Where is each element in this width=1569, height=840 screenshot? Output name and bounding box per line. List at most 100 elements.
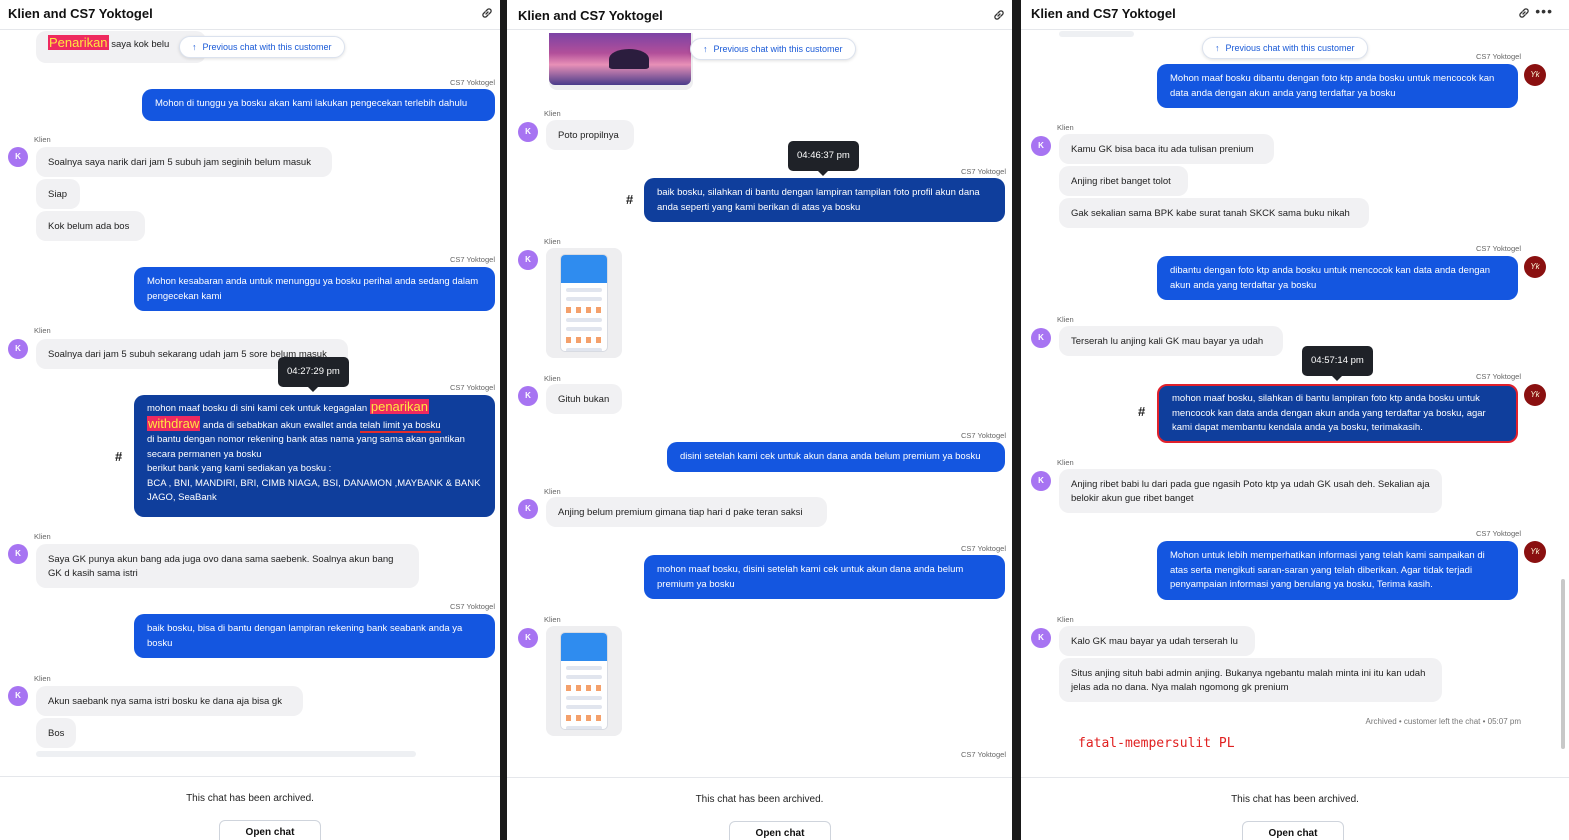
chat-header: Klien and CS7 Yoktogel ••• <box>1021 0 1569 30</box>
sender-label: CS7 Yoktogel <box>960 544 1006 553</box>
annotation-note: fatal-mempersulit PL <box>1078 736 1235 751</box>
message-bubble-agent: disini setelah kami cek untuk akun dana … <box>667 442 1005 472</box>
phone-screenshot <box>560 632 608 730</box>
chat-title: Klien and CS7 Yoktogel <box>518 8 663 23</box>
message-list[interactable]: ↑ Previous chat with this customer Klien … <box>507 33 1012 759</box>
scrollbar[interactable] <box>1561 579 1565 749</box>
chat-panel-1: Klien and CS7 Yoktogel Penarikan saya ko… <box>0 0 500 840</box>
sender-label: CS7 Yoktogel <box>1475 52 1521 61</box>
sender-label: CS7 Yoktogel <box>960 167 1006 176</box>
message-bubble-client: Saya GK punya akun bang ada juga ovo dan… <box>36 544 419 588</box>
message-list[interactable]: Penarikan saya kok belu ↑ Previous chat w… <box>0 31 500 757</box>
client-avatar: K <box>518 250 538 270</box>
client-avatar: K <box>1031 471 1051 491</box>
highlight-text: Penarikan <box>48 35 109 50</box>
link-icon[interactable] <box>480 6 494 20</box>
clipped-message <box>36 751 416 757</box>
archived-status: Archived • customer left the chat • 05:0… <box>1365 717 1521 726</box>
previous-chat-button[interactable]: ↑ Previous chat with this customer <box>690 38 856 60</box>
message-text: saya kok belu <box>111 39 170 50</box>
image-attachment[interactable] <box>546 626 622 736</box>
chat-panel-3: Klien and CS7 Yoktogel ••• ↑ Previous cha… <box>1021 0 1569 840</box>
client-avatar: K <box>1031 136 1051 156</box>
chat-title: Klien and CS7 Yoktogel <box>8 6 153 21</box>
hash-icon[interactable]: # <box>115 449 122 464</box>
sender-label: CS7 Yoktogel <box>1475 372 1521 381</box>
more-options-icon[interactable]: ••• <box>1535 3 1553 19</box>
phone-screenshot <box>560 254 608 352</box>
client-avatar: K <box>8 544 28 564</box>
client-avatar: K <box>1031 328 1051 348</box>
message-bubble-client: Gak sekalian sama BPK kabe surat tanah S… <box>1059 198 1369 228</box>
message-bubble-client: Anjing ribet babi lu dari pada gue ngasi… <box>1059 469 1442 513</box>
message-bubble-client: Siap <box>36 179 80 209</box>
sender-label: Klien <box>34 674 51 683</box>
arrow-up-icon: ↑ <box>703 44 708 54</box>
open-chat-button[interactable]: Open chat <box>1242 821 1344 840</box>
agent-avatar: Yk <box>1524 256 1546 278</box>
archived-notice: This chat has been archived. <box>695 794 824 805</box>
message-bubble-agent: baik bosku, bisa di bantu dengan lampira… <box>134 614 495 658</box>
client-avatar: K <box>8 147 28 167</box>
sender-label: CS7 Yoktogel <box>960 431 1006 440</box>
message-bubble-client: Akun saebank nya sama istri bosku ke dan… <box>36 686 303 716</box>
message-bubble-client: Gituh bukan <box>546 384 622 414</box>
client-avatar: K <box>8 339 28 359</box>
open-chat-button[interactable]: Open chat <box>219 820 321 840</box>
message-list[interactable]: ↑ Previous chat with this customer CS7 Yo… <box>1021 31 1569 757</box>
sender-label: CS7 Yoktogel <box>449 78 495 87</box>
message-bubble-client: Soalnya saya narik dari jam 5 subuh jam … <box>36 147 332 177</box>
client-avatar: K <box>518 499 538 519</box>
previous-chat-button[interactable]: ↑ Previous chat with this customer <box>1202 37 1368 59</box>
sender-label: Klien <box>1057 458 1074 467</box>
message-bubble-agent: Mohon di tunggu ya bosku akan kami lakuk… <box>142 89 495 121</box>
message-bubble-client: Kamu GK bisa baca itu ada tulisan preniu… <box>1059 134 1274 164</box>
sender-label: Klien <box>544 615 561 624</box>
sender-label: CS7 Yoktogel <box>1475 244 1521 253</box>
message-bubble-client: Kok belum ada bos <box>36 211 145 241</box>
chat-footer: This chat has been archived. Open chat <box>1021 777 1569 840</box>
chat-title: Klien and CS7 Yoktogel <box>1031 6 1176 21</box>
link-icon[interactable] <box>1517 6 1531 20</box>
chat-footer: This chat has been archived. Open chat <box>0 776 500 840</box>
message-bubble-agent-selected: mohon maaf bosku, silahkan di bantu lamp… <box>1157 384 1518 443</box>
sender-label: Klien <box>1057 315 1074 324</box>
message-bubble-agent: Mohon untuk lebih memperhatikan informas… <box>1157 541 1518 600</box>
sender-label: Klien <box>34 532 51 541</box>
sender-label: Klien <box>544 109 561 118</box>
sender-label: CS7 Yoktogel <box>1475 529 1521 538</box>
hash-icon[interactable]: # <box>626 192 633 207</box>
chat-header: Klien and CS7 Yoktogel <box>507 0 1012 30</box>
link-icon[interactable] <box>992 8 1006 22</box>
previous-chat-button[interactable]: ↑ Previous chat with this customer <box>179 36 345 58</box>
highlight-text: penarikan <box>369 399 429 414</box>
arrow-up-icon: ↑ <box>1215 43 1220 53</box>
client-avatar: K <box>1031 628 1051 648</box>
open-chat-button[interactable]: Open chat <box>729 821 831 840</box>
archived-notice: This chat has been archived. <box>186 793 314 804</box>
sender-label: CS7 Yoktogel <box>449 602 495 611</box>
message-bubble-agent-selected: mohon maaf bosku di sini kami cek untuk … <box>134 395 495 517</box>
message-bubble-client: Anjing belum premium gimana tiap hari d … <box>546 497 827 527</box>
client-avatar: K <box>8 686 28 706</box>
chat-footer: This chat has been archived. Open chat <box>507 777 1012 840</box>
archived-notice: This chat has been archived. <box>1231 794 1359 805</box>
image-attachment[interactable] <box>549 33 693 90</box>
landscape-image <box>549 33 691 85</box>
sender-label: Klien <box>1057 123 1074 132</box>
client-avatar: K <box>518 122 538 142</box>
chat-header: Klien and CS7 Yoktogel <box>0 0 500 30</box>
message-bubble-agent: baik bosku, silahkan di bantu dengan lam… <box>644 178 1005 222</box>
highlight-text: withdraw <box>147 415 201 431</box>
clipped-message <box>1059 31 1134 37</box>
timestamp-tooltip: 04:57:14 pm <box>1302 346 1373 381</box>
client-avatar: K <box>518 386 538 406</box>
timestamp-tooltip: 04:27:29 pm <box>278 357 349 392</box>
message-bubble-agent: Mohon maaf bosku dibantu dengan foto ktp… <box>1157 64 1518 108</box>
timestamp-tooltip: 04:46:37 pm <box>788 141 859 176</box>
message-bubble-client: Poto propilnya <box>546 120 634 150</box>
sender-label: Klien <box>544 374 561 383</box>
image-attachment[interactable] <box>546 248 622 358</box>
hash-icon[interactable]: # <box>1138 404 1145 419</box>
chat-panel-2: Klien and CS7 Yoktogel ↑ Previous chat wi… <box>507 0 1012 840</box>
